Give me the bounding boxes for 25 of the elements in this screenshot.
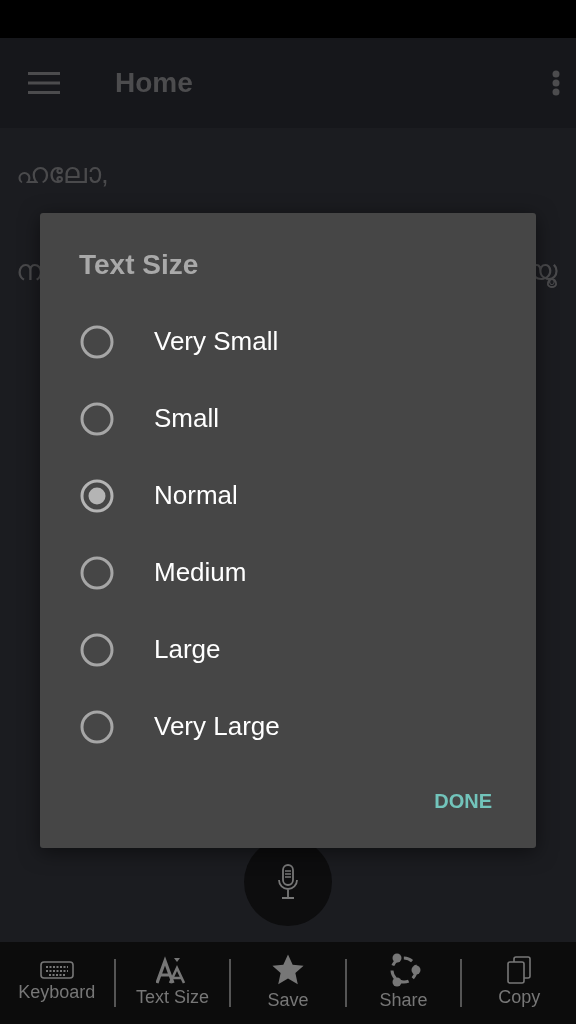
radio-button[interactable] bbox=[80, 555, 114, 590]
radio-button[interactable] bbox=[80, 709, 114, 744]
radio-option[interactable]: Very Small bbox=[40, 303, 536, 380]
more-options-icon[interactable] bbox=[552, 70, 560, 96]
radio-option[interactable]: Small bbox=[40, 380, 536, 457]
toolbar-button[interactable]: Save bbox=[231, 952, 345, 1014]
copy-icon bbox=[507, 955, 532, 984]
radio-option[interactable]: Very Large bbox=[40, 688, 536, 765]
menu-icon[interactable] bbox=[28, 72, 60, 94]
radio-option[interactable]: Medium bbox=[40, 534, 536, 611]
radio-button[interactable] bbox=[80, 324, 114, 359]
radio-option[interactable]: Normal bbox=[40, 457, 536, 534]
star-icon bbox=[271, 952, 305, 987]
radio-button[interactable] bbox=[80, 632, 114, 667]
radio-button[interactable] bbox=[80, 401, 114, 436]
toolbar-button[interactable]: Share bbox=[346, 952, 461, 1014]
microphone-icon bbox=[277, 864, 299, 900]
radio-button[interactable] bbox=[80, 478, 114, 513]
radio-option[interactable]: Large bbox=[40, 611, 536, 688]
toolbar-button[interactable]: Keyboard bbox=[0, 960, 114, 1006]
dialog-title: Text Size bbox=[79, 248, 200, 282]
toolbar-button[interactable]: Text Size bbox=[115, 955, 230, 1011]
toolbar-button[interactable]: Copy bbox=[462, 955, 576, 1011]
done-button[interactable]: DONE bbox=[430, 782, 496, 820]
keyboard-icon bbox=[39, 960, 74, 979]
